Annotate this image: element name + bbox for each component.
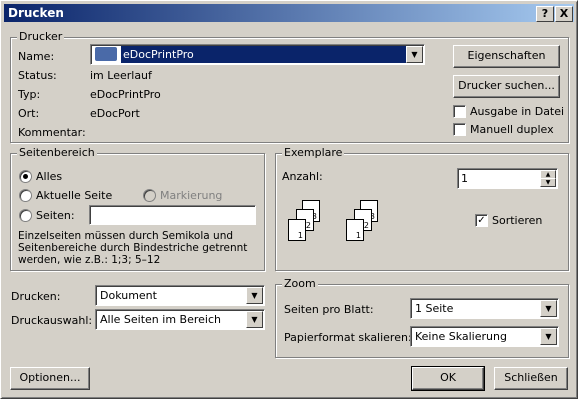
- radio-current-page-label[interactable]: Aktuelle Seite: [36, 189, 112, 202]
- pages-per-sheet-label: Seiten pro Blatt:: [284, 303, 374, 316]
- radio-selection-label[interactable]: Markierung: [160, 189, 222, 202]
- page-icon: 1: [346, 219, 364, 241]
- collate-label[interactable]: Sortieren: [492, 214, 542, 227]
- chevron-down-icon[interactable]: ▼: [540, 328, 557, 345]
- print-what-value: Dokument: [100, 289, 157, 302]
- printer-name-label: Name:: [18, 50, 55, 63]
- scale-value: Keine Skalierung: [415, 330, 507, 343]
- printer-icon: [95, 47, 117, 61]
- properties-button[interactable]: Eigenschaften: [453, 45, 560, 68]
- print-selection-label: Druckauswahl:: [11, 314, 93, 327]
- status-value: im Leerlauf: [90, 69, 152, 82]
- print-what-label: Drucken:: [11, 290, 61, 303]
- status-label: Status:: [18, 69, 57, 82]
- chevron-down-icon[interactable]: ▼: [406, 46, 423, 63]
- radio-selection[interactable]: [143, 189, 156, 202]
- window-title: Drucken: [8, 6, 64, 20]
- spin-down-icon[interactable]: ▼: [540, 178, 556, 187]
- type-label: Typ:: [18, 88, 41, 101]
- pages-input[interactable]: [89, 205, 256, 225]
- printer-group: Drucker Name: eDocPrintPro ▼ Status: im …: [10, 30, 569, 143]
- radio-all[interactable]: [19, 170, 32, 183]
- printer-name-combo[interactable]: eDocPrintPro ▼: [90, 44, 425, 65]
- print-to-file-label[interactable]: Ausgabe in Datei: [470, 105, 564, 118]
- radio-pages-label[interactable]: Seiten:: [36, 209, 75, 222]
- type-value: eDocPrintPro: [90, 88, 161, 101]
- location-label: Ort:: [18, 107, 40, 120]
- page-icon: 1: [288, 219, 306, 241]
- zoom-legend: Zoom: [282, 277, 318, 290]
- ok-button[interactable]: OK: [411, 366, 485, 391]
- manual-duplex-checkbox[interactable]: [453, 123, 466, 136]
- copies-spinner[interactable]: 1 ▲ ▼: [457, 168, 558, 189]
- title-bar[interactable]: Drucken ? X: [4, 4, 574, 22]
- location-value: eDocPort: [90, 107, 140, 120]
- print-selection-combo[interactable]: Alle Seiten im Bereich ▼: [95, 309, 265, 330]
- copies-group: Exemplare Anzahl: 1 ▲ ▼ 3 2 1 3 2 1 ✓ So…: [275, 146, 569, 271]
- help-button[interactable]: ?: [536, 6, 554, 22]
- print-what-combo[interactable]: Dokument ▼: [95, 285, 265, 306]
- print-dialog: Drucken ? X Drucker Name: eDocPrintPro ▼…: [0, 0, 578, 399]
- scale-label: Papierformat skalieren:: [284, 331, 412, 344]
- chevron-down-icon[interactable]: ▼: [246, 287, 263, 304]
- copies-legend: Exemplare: [282, 146, 345, 159]
- close-icon[interactable]: X: [555, 6, 573, 22]
- page-range-legend: Seitenbereich: [17, 146, 97, 159]
- collate-checkbox[interactable]: ✓: [475, 214, 488, 227]
- pages-per-sheet-combo[interactable]: 1 Seite ▼: [410, 298, 559, 319]
- options-button[interactable]: Optionen...: [10, 367, 90, 390]
- close-button[interactable]: Schließen: [494, 367, 568, 390]
- radio-all-label[interactable]: Alles: [36, 170, 62, 183]
- printer-name-value: eDocPrintPro: [123, 48, 194, 61]
- zoom-group: Zoom Seiten pro Blatt: 1 Seite ▼ Papierf…: [275, 277, 569, 358]
- pages-per-sheet-value: 1 Seite: [415, 302, 454, 315]
- find-printer-button[interactable]: Drucker suchen...: [453, 75, 560, 98]
- comment-label: Kommentar:: [18, 126, 86, 139]
- scale-combo[interactable]: Keine Skalierung ▼: [410, 326, 559, 347]
- page-range-group: Seitenbereich Alles Aktuelle Seite Marki…: [10, 146, 265, 271]
- copies-count-label: Anzahl:: [282, 170, 323, 183]
- radio-current-page[interactable]: [19, 189, 32, 202]
- print-to-file-checkbox[interactable]: [453, 105, 466, 118]
- printer-legend: Drucker: [17, 30, 65, 43]
- print-selection-value: Alle Seiten im Bereich: [100, 313, 221, 326]
- page-range-hint: Einzelseiten müssen durch Semikola und S…: [18, 230, 248, 266]
- radio-pages[interactable]: [19, 209, 32, 222]
- chevron-down-icon[interactable]: ▼: [246, 311, 263, 328]
- chevron-down-icon[interactable]: ▼: [540, 300, 557, 317]
- manual-duplex-label[interactable]: Manuell duplex: [470, 123, 554, 136]
- copies-count-value: 1: [461, 172, 468, 185]
